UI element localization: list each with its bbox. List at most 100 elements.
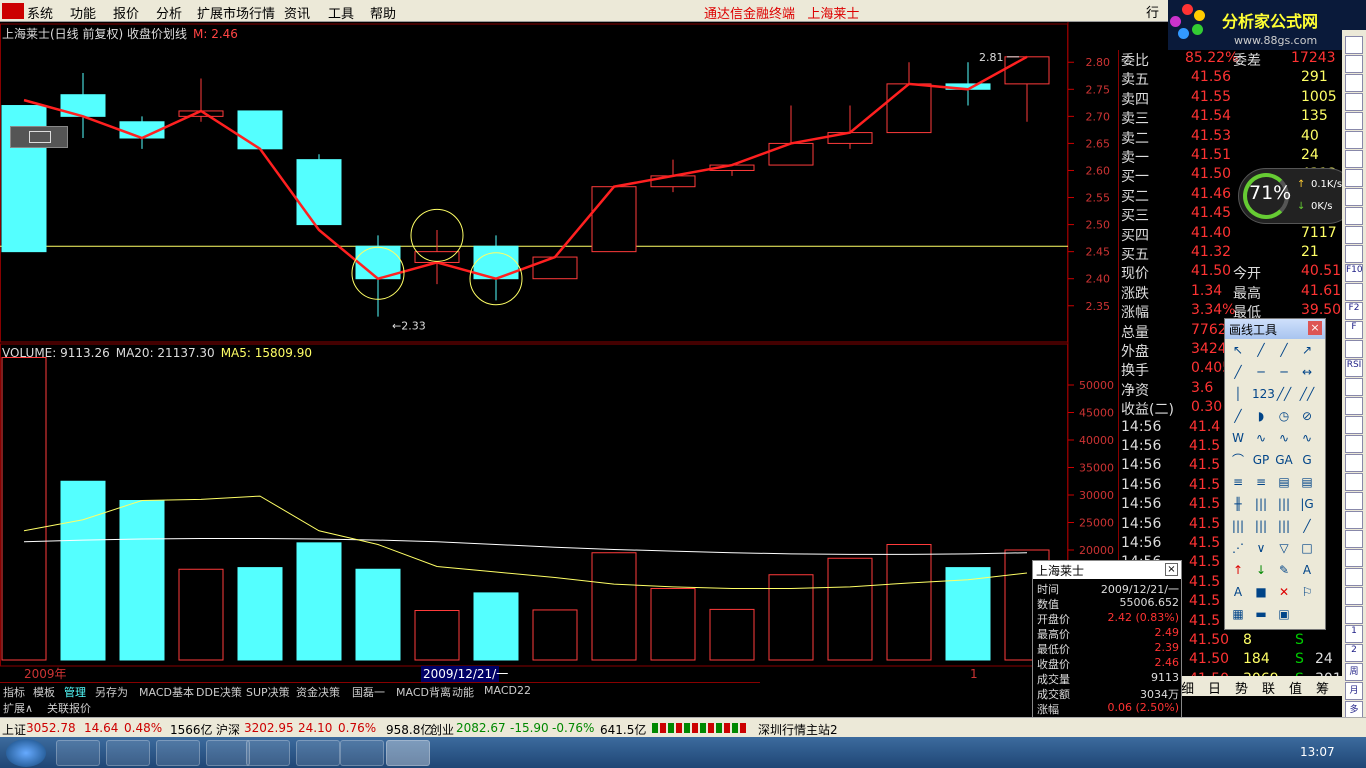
draw-tool-icon[interactable]: ∿ — [1275, 429, 1293, 447]
start-button-icon[interactable] — [6, 739, 46, 767]
toolbar-tool-icon[interactable]: 1 — [1345, 625, 1363, 643]
quote-tab[interactable]: 日 — [1208, 678, 1221, 697]
draw-tool-icon[interactable]: ◷ — [1275, 407, 1293, 425]
tab-dde[interactable]: DDE决策 — [196, 684, 242, 700]
draw-tool-icon[interactable]: ⌒ — [1229, 451, 1247, 469]
draw-tool-icon[interactable]: ╱ — [1252, 341, 1270, 359]
draw-tool-icon[interactable]: ╫ — [1229, 495, 1247, 513]
draw-tool-icon[interactable]: ▽ — [1275, 539, 1293, 557]
draw-tool-icon[interactable]: ✎ — [1275, 561, 1293, 579]
toolbar-tool-icon[interactable] — [1345, 283, 1363, 301]
toolbar-tool-icon[interactable] — [1345, 112, 1363, 130]
tab-momentum[interactable]: 动能 — [452, 684, 474, 700]
menu-system[interactable]: 系统 — [27, 3, 53, 22]
toolbar-tool-icon[interactable]: 2 — [1345, 644, 1363, 662]
taskbar-app-icon[interactable] — [206, 740, 250, 766]
draw-tool-icon[interactable]: ⊘ — [1298, 407, 1316, 425]
tab-template[interactable]: 模板 — [33, 684, 55, 700]
tab-save-as[interactable]: 另存为 — [95, 684, 128, 700]
taskbar-app-icon[interactable] — [296, 740, 340, 766]
tab-sup[interactable]: SUP决策 — [246, 684, 290, 700]
draw-tool-icon[interactable]: ⚐ — [1298, 583, 1316, 601]
draw-tool-icon[interactable]: W — [1229, 429, 1247, 447]
toolbar-tool-icon[interactable] — [1345, 131, 1363, 149]
toolbar-tool-icon[interactable] — [1345, 188, 1363, 206]
toolbar-tool-icon[interactable] — [1345, 568, 1363, 586]
tab-related-quote[interactable]: 关联报价 — [47, 700, 91, 716]
draw-tool-icon[interactable]: │ — [1229, 385, 1247, 403]
draw-tool-icon[interactable]: ∿ — [1252, 429, 1270, 447]
taskbar-app-icon[interactable] — [106, 740, 150, 766]
toolbar-tool-icon[interactable] — [1345, 416, 1363, 434]
app-icon[interactable] — [2, 3, 24, 19]
taskbar-media-icon[interactable] — [340, 740, 384, 766]
toolbar-tool-icon[interactable] — [1345, 530, 1363, 548]
draw-tool-icon[interactable]: ▦ — [1229, 605, 1247, 623]
draw-tool-icon[interactable]: ||| — [1275, 495, 1293, 513]
draw-tool-icon[interactable]: ─ — [1275, 363, 1293, 381]
draw-tool-icon[interactable]: ||| — [1275, 517, 1293, 535]
draw-tool-icon[interactable]: 123 — [1252, 385, 1275, 403]
toolbar-tool-icon[interactable]: 周 — [1345, 663, 1363, 681]
quote-tab[interactable]: 势 — [1235, 678, 1248, 697]
toolbar-tool-icon[interactable] — [1345, 606, 1363, 624]
tab-guolei[interactable]: 国磊一 — [352, 684, 385, 700]
draw-tool-icon[interactable]: ▤ — [1275, 473, 1293, 491]
draw-tool-icon[interactable]: ▤ — [1298, 473, 1316, 491]
taskbar-app-icon[interactable] — [246, 740, 290, 766]
toolbar-tool-icon[interactable] — [1345, 397, 1363, 415]
toolbar-tool-icon[interactable] — [1345, 511, 1363, 529]
tab-manage[interactable]: 管理 — [64, 684, 86, 700]
menu-extended-market[interactable]: 扩展市场行情 — [197, 3, 275, 22]
toolbar-tool-icon[interactable]: F10 — [1345, 264, 1363, 282]
menu-tools[interactable]: 工具 — [328, 3, 354, 22]
kline-chart[interactable]: 2.80 2.75 2.70 2.65 2.60 2.55 2.50 2.45 2.40 2.35… — [0, 22, 1118, 686]
draw-tool-icon[interactable]: ✕ — [1275, 583, 1293, 601]
draw-tool-icon[interactable]: ≡ — [1229, 473, 1247, 491]
taskbar-app-icon[interactable] — [156, 740, 200, 766]
draw-tool-icon[interactable]: ╱╱ — [1275, 385, 1293, 403]
drawing-tools-panel[interactable]: 画线工具 × ↖ ╱ ╱ ↗ ╱ ─ ─ ↔ │ 123 ╱╱ ╱╱ ╱ ◗ ◷ ⊘ W ∿ ∿ ∿ ⌒ GP GA G ≡ ≡ ▤… — [1224, 318, 1326, 630]
toolbar-tool-icon[interactable] — [1345, 55, 1363, 73]
draw-tool-icon[interactable]: G — [1298, 451, 1316, 469]
draw-tool-icon[interactable]: ─ — [1252, 363, 1270, 381]
draw-tool-icon[interactable]: ╱ — [1275, 341, 1293, 359]
toolbar-tool-icon[interactable] — [1345, 587, 1363, 605]
toolbar-tool-icon[interactable] — [1345, 207, 1363, 225]
toolbar-tool-icon[interactable] — [1345, 473, 1363, 491]
draw-tool-icon[interactable]: ||| — [1252, 517, 1270, 535]
toolbar-tool-icon[interactable] — [1345, 169, 1363, 187]
draw-tool-icon[interactable]: ▬ — [1252, 605, 1270, 623]
quote-tab[interactable]: 筹 — [1316, 678, 1329, 697]
toolbar-tool-icon[interactable] — [1345, 454, 1363, 472]
toolbar-tool-icon[interactable] — [1345, 226, 1363, 244]
toolbar-tool-icon[interactable] — [1345, 549, 1363, 567]
draw-tool-icon[interactable]: ↓ — [1252, 561, 1270, 579]
toolbar-tool-icon[interactable]: RSI — [1345, 359, 1363, 377]
toolbar-tool-icon[interactable] — [1345, 492, 1363, 510]
menu-news[interactable]: 资讯 — [284, 3, 310, 22]
draw-tool-icon[interactable]: GP — [1252, 451, 1270, 469]
menu-analysis[interactable]: 分析 — [156, 3, 182, 22]
draw-tool-icon[interactable]: ↖ — [1229, 341, 1247, 359]
tab-macd22[interactable]: MACD22 — [484, 684, 531, 697]
tab-macd-divergence[interactable]: MACD背离 — [396, 684, 451, 700]
server-name[interactable]: 深圳行情主站2 — [758, 721, 838, 738]
toolbar-tool-icon[interactable] — [1345, 150, 1363, 168]
draw-tool-icon[interactable]: GA — [1275, 451, 1293, 469]
draw-tool-icon[interactable]: ⋰ — [1229, 539, 1247, 557]
quote-tab[interactable]: 联 — [1262, 678, 1275, 697]
draw-tool-icon[interactable]: ||| — [1229, 517, 1247, 535]
toolbar-tool-icon[interactable] — [1345, 340, 1363, 358]
taskbar-explorer-icon[interactable] — [56, 740, 100, 766]
data-info-popup[interactable]: 上海莱士 × 时间 2009/12/21/一 数值 55006.652 开盘价 2.42 … — [1032, 560, 1182, 746]
draw-tool-icon[interactable]: ↔ — [1298, 363, 1316, 381]
draw-tool-icon[interactable]: ∨ — [1252, 539, 1270, 557]
menu-quote[interactable]: 报价 — [113, 3, 139, 22]
toolbar-tool-icon[interactable] — [1345, 245, 1363, 263]
tab-extend[interactable]: 扩展∧ — [3, 700, 33, 716]
draw-tool-icon[interactable]: ╱╱ — [1298, 385, 1316, 403]
window-button[interactable]: 行 — [1146, 2, 1159, 21]
taskbar-tdx-icon[interactable] — [386, 740, 430, 766]
draw-tool-icon[interactable]: ↗ — [1298, 341, 1316, 359]
